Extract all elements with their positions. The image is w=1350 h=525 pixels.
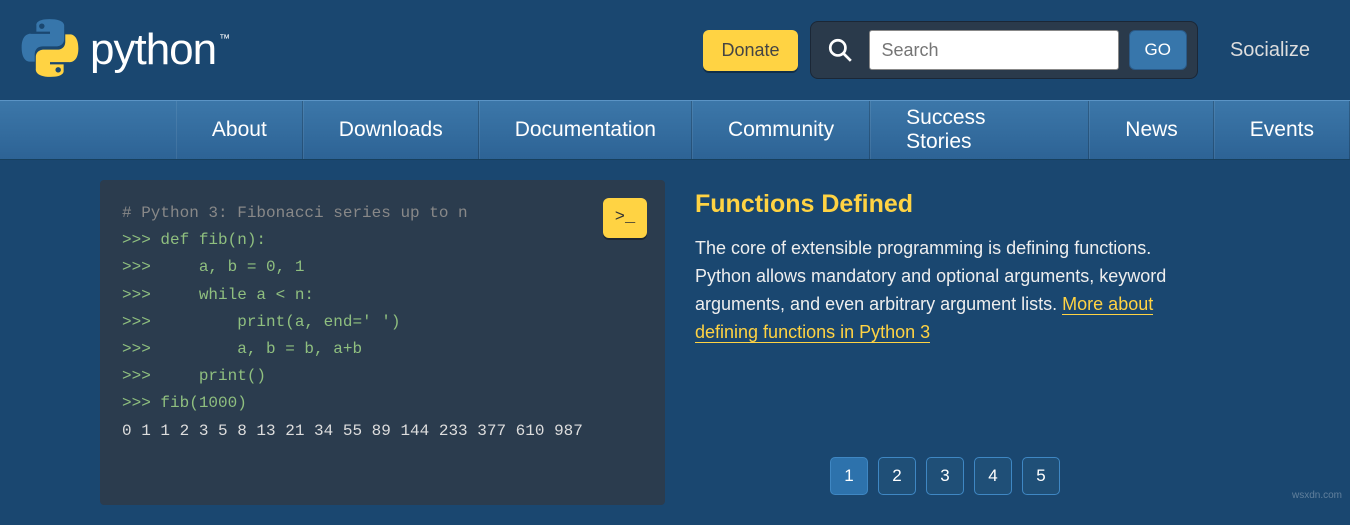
search-box: GO [810,21,1198,79]
page-3-button[interactable]: 3 [926,457,964,495]
code-line: >>> print(a, end=' ') [122,309,643,336]
pagination: 1 2 3 4 5 [695,457,1195,495]
code-line: >>> a, b = b, a+b [122,336,643,363]
python-logo-icon [20,18,80,83]
nav-success-stories[interactable]: Success Stories [870,101,1089,159]
watermark: wsxdn.com [1292,490,1342,501]
code-line: >>> fib(1000) [122,390,643,417]
page-4-button[interactable]: 4 [974,457,1012,495]
info-title: Functions Defined [695,190,1195,219]
nav-news[interactable]: News [1089,101,1214,159]
search-icon[interactable] [821,37,859,63]
header: python™ Donate GO Socialize [0,0,1350,100]
search-input[interactable] [869,30,1119,70]
nav-spacer [0,101,176,159]
header-actions: Donate GO Socialize [703,21,1330,79]
code-line: >>> a, b = 0, 1 [122,254,643,281]
nav-community[interactable]: Community [692,101,870,159]
donate-button[interactable]: Donate [703,30,797,71]
code-line: >>> while a < n: [122,282,643,309]
trademark: ™ [219,33,229,45]
code-comment: # Python 3: Fibonacci series up to n [122,200,643,227]
code-line: >>> def fib(n): [122,227,643,254]
nav-events[interactable]: Events [1214,101,1350,159]
logo-text: python™ [90,25,226,75]
launch-shell-button[interactable]: >_ [603,198,647,238]
code-output: 0 1 1 2 3 5 8 13 21 34 55 89 144 233 377… [122,418,643,445]
info-body: The core of extensible programming is de… [695,235,1195,347]
code-line: >>> print() [122,363,643,390]
page-1-button[interactable]: 1 [830,457,868,495]
content: >_ # Python 3: Fibonacci series up to n … [0,160,1350,525]
info-panel: Functions Defined The core of extensible… [695,180,1195,505]
nav-about[interactable]: About [176,101,303,159]
socialize-link[interactable]: Socialize [1210,39,1330,62]
code-panel: >_ # Python 3: Fibonacci series up to n … [100,180,665,505]
nav-documentation[interactable]: Documentation [479,101,692,159]
go-button[interactable]: GO [1129,30,1187,70]
nav-downloads[interactable]: Downloads [303,101,479,159]
page-5-button[interactable]: 5 [1022,457,1060,495]
main-nav: About Downloads Documentation Community … [0,100,1350,160]
logo-area[interactable]: python™ [20,18,226,83]
page-2-button[interactable]: 2 [878,457,916,495]
